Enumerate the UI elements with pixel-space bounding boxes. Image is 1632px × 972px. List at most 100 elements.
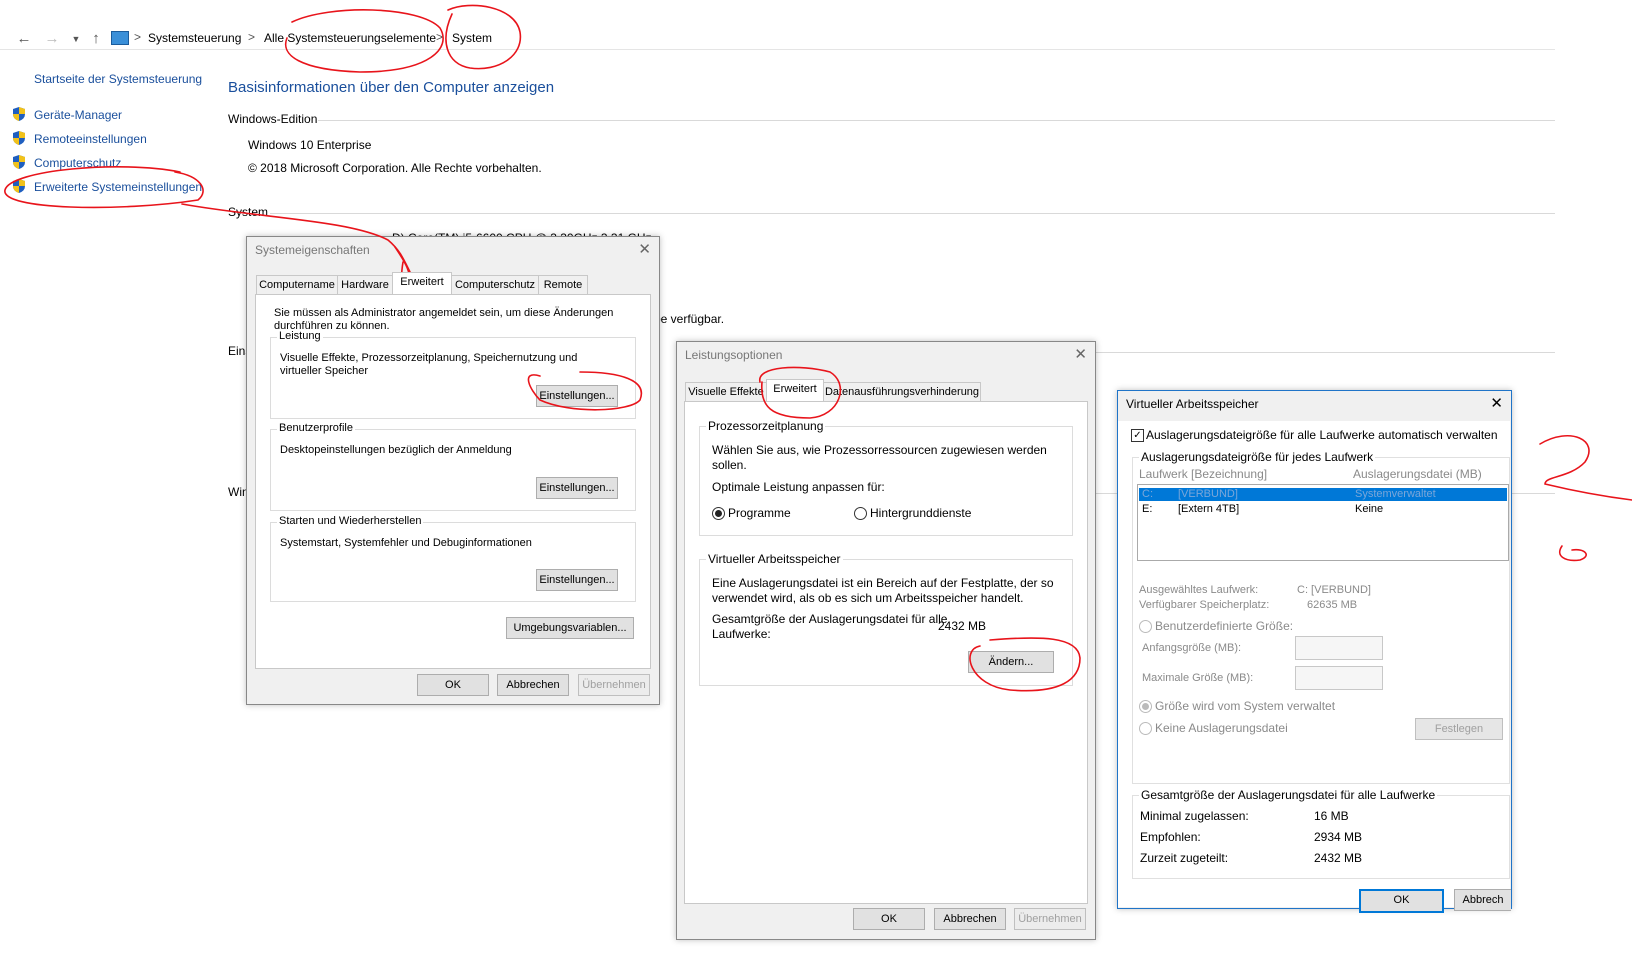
ok-button[interactable]: OK bbox=[1359, 889, 1444, 913]
remote-settings-link[interactable]: Remoteeinstellungen bbox=[34, 132, 147, 146]
group-label: Virtueller Arbeitsspeicher bbox=[706, 552, 843, 566]
total-pagefile-label: Gesamtgröße der Auslagerungsdatei für al… bbox=[712, 612, 948, 641]
startup-settings-button[interactable]: Einstellungen... bbox=[536, 569, 618, 591]
custom-size-radio[interactable] bbox=[1139, 620, 1152, 633]
shield-icon bbox=[13, 131, 25, 145]
tab-remote[interactable]: Remote bbox=[538, 275, 588, 294]
column-header-pagefile: Auslagerungsdatei (MB) bbox=[1353, 467, 1482, 481]
max-size-label: Maximale Größe (MB): bbox=[1142, 672, 1254, 684]
tab-erweitert[interactable]: Erweitert bbox=[392, 272, 452, 294]
breadcrumb-separator: > bbox=[436, 30, 444, 44]
apply-button[interactable]: Übernehmen bbox=[1014, 908, 1086, 930]
drive-list[interactable]: C: [VERBUND] Systemverwaltet E: [Extern … bbox=[1137, 484, 1509, 561]
set-button[interactable]: Festlegen bbox=[1415, 718, 1503, 740]
shield-icon bbox=[13, 107, 25, 121]
cancel-button[interactable]: Abbrechen bbox=[497, 674, 569, 696]
edition-value: Windows 10 Enterprise bbox=[248, 138, 372, 152]
group-label: Gesamtgröße der Auslagerungsdatei für al… bbox=[1139, 788, 1438, 802]
back-button[interactable]: ← bbox=[14, 30, 34, 48]
tab-dep[interactable]: Datenausführungsverhinderung bbox=[823, 382, 981, 401]
advanced-system-settings-link[interactable]: Erweiterte Systemeinstellungen bbox=[34, 180, 202, 194]
background-services-radio[interactable] bbox=[854, 507, 867, 520]
initial-size-label: Anfangsgröße (MB): bbox=[1142, 642, 1242, 654]
auto-manage-label: Auslagerungsdateigröße für alle Laufwerk… bbox=[1146, 428, 1498, 442]
no-pagefile-radio[interactable] bbox=[1139, 722, 1152, 735]
max-size-input[interactable] bbox=[1295, 666, 1383, 690]
apply-button[interactable]: Übernehmen bbox=[578, 674, 650, 696]
drive-pagefile: Keine bbox=[1355, 503, 1384, 515]
admin-note: Sie müssen als Administrator angemeldet … bbox=[274, 307, 614, 332]
breadcrumb-separator: > bbox=[134, 30, 142, 44]
free-space-value: 62635 MB bbox=[1307, 599, 1358, 611]
initial-size-input[interactable] bbox=[1295, 636, 1383, 660]
windows-edition-heading: Windows-Edition bbox=[228, 112, 318, 126]
tab-visual-effects[interactable]: Visuelle Effekte bbox=[685, 382, 767, 401]
close-icon[interactable]: ✕ bbox=[1074, 345, 1087, 363]
selected-drive-value: C: [VERBUND] bbox=[1297, 584, 1371, 596]
programs-label: Programme bbox=[728, 506, 791, 520]
breadcrumb-system[interactable]: System bbox=[452, 31, 492, 45]
performance-settings-button[interactable]: Einstellungen... bbox=[536, 385, 618, 407]
change-button[interactable]: Ändern... bbox=[968, 651, 1054, 673]
virtual-memory-group: Virtueller Arbeitsspeicher Eine Auslager… bbox=[699, 552, 1073, 686]
system-heading: System bbox=[228, 205, 269, 219]
close-icon[interactable]: ✕ bbox=[638, 240, 651, 258]
address-bar-divider bbox=[0, 49, 1555, 50]
drive-pagefile: Systemverwaltet bbox=[1355, 488, 1436, 500]
free-space-label: Verfügbarer Speicherplatz: bbox=[1139, 599, 1270, 611]
control-panel-home-link[interactable]: Startseite der Systemsteuerung bbox=[34, 72, 202, 86]
breadcrumb-systemsteuerung[interactable]: Systemsteuerung bbox=[148, 31, 241, 45]
advanced-tab-panel: Sie müssen als Administrator angemeldet … bbox=[255, 294, 651, 669]
section-divider bbox=[270, 213, 1555, 214]
performance-options-dialog: Leistungsoptionen ✕ Visuelle Effekte Erw… bbox=[676, 341, 1096, 940]
drive-label: [VERBUND] bbox=[1178, 488, 1238, 500]
selected-drive-label: Ausgewähltes Laufwerk: bbox=[1139, 584, 1259, 596]
shield-icon bbox=[13, 155, 25, 169]
total-pagefile-value: 2432 MB bbox=[938, 619, 987, 633]
annotation-number-2 bbox=[1539, 434, 1632, 501]
programs-radio[interactable] bbox=[712, 507, 725, 520]
device-manager-link[interactable]: Geräte-Manager bbox=[34, 108, 122, 122]
background-services-label: Hintergrunddienste bbox=[870, 506, 972, 520]
group-label: Auslagerungsdateigröße für jedes Laufwer… bbox=[1139, 450, 1376, 464]
dialog-title: Systemeigenschaften bbox=[255, 243, 370, 257]
close-icon[interactable]: ✕ bbox=[1490, 394, 1503, 412]
recommended-label: Empfohlen: bbox=[1140, 830, 1201, 844]
breadcrumb-alle-elemente[interactable]: Alle Systemsteuerungselemente bbox=[264, 31, 436, 45]
custom-size-label: Benutzerdefinierte Größe: bbox=[1155, 619, 1294, 633]
tab-erweitert[interactable]: Erweitert bbox=[766, 379, 824, 401]
ok-button[interactable]: OK bbox=[417, 674, 489, 696]
cancel-button[interactable]: Abbrech bbox=[1454, 889, 1511, 911]
group-label: Prozessorzeitplanung bbox=[706, 419, 826, 433]
group-label: Starten und Wiederherstellen bbox=[277, 515, 424, 527]
advanced-tab-panel: Prozessorzeitplanung Wählen Sie aus, wie… bbox=[684, 401, 1088, 904]
cancel-button[interactable]: Abbrechen bbox=[934, 908, 1006, 930]
column-header-drive: Laufwerk [Bezeichnung] bbox=[1139, 467, 1268, 481]
no-pagefile-label: Keine Auslagerungsdatei bbox=[1155, 721, 1288, 735]
system-protection-link[interactable]: Computerschutz bbox=[34, 156, 121, 170]
environment-variables-button[interactable]: Umgebungsvariablen... bbox=[506, 617, 634, 639]
user-profiles-group: Benutzerprofile Desktopeinstellungen bez… bbox=[270, 422, 636, 511]
min-allowed-value: 16 MB bbox=[1314, 809, 1349, 823]
tab-computerschutz[interactable]: Computerschutz bbox=[451, 275, 539, 294]
shield-icon bbox=[13, 179, 25, 193]
up-button[interactable]: ↑ bbox=[86, 30, 106, 48]
recent-dropdown-icon[interactable]: ▼ bbox=[66, 30, 86, 48]
profiles-settings-button[interactable]: Einstellungen... bbox=[536, 477, 618, 499]
tab-hardware[interactable]: Hardware bbox=[337, 275, 393, 294]
page-title: Basisinformationen über den Computer anz… bbox=[228, 79, 555, 96]
auto-manage-checkbox[interactable]: ✓ bbox=[1131, 429, 1144, 442]
allocated-value: 2432 MB bbox=[1314, 851, 1363, 865]
list-item[interactable]: E: [Extern 4TB] Keine bbox=[1139, 503, 1507, 516]
dialog-title: Virtueller Arbeitsspeicher bbox=[1126, 397, 1259, 411]
group-label: Leistung bbox=[277, 330, 323, 342]
list-item[interactable]: C: [VERBUND] Systemverwaltet bbox=[1139, 488, 1507, 501]
min-allowed-label: Minimal zugelassen: bbox=[1140, 809, 1249, 823]
system-managed-label: Größe wird vom System verwaltet bbox=[1155, 699, 1336, 713]
section-divider bbox=[1080, 352, 1555, 353]
breadcrumb-separator: > bbox=[248, 30, 256, 44]
forward-button[interactable]: → bbox=[42, 30, 62, 48]
ok-button[interactable]: OK bbox=[853, 908, 925, 930]
tab-computername[interactable]: Computername bbox=[256, 275, 338, 294]
system-managed-radio[interactable] bbox=[1139, 700, 1152, 713]
